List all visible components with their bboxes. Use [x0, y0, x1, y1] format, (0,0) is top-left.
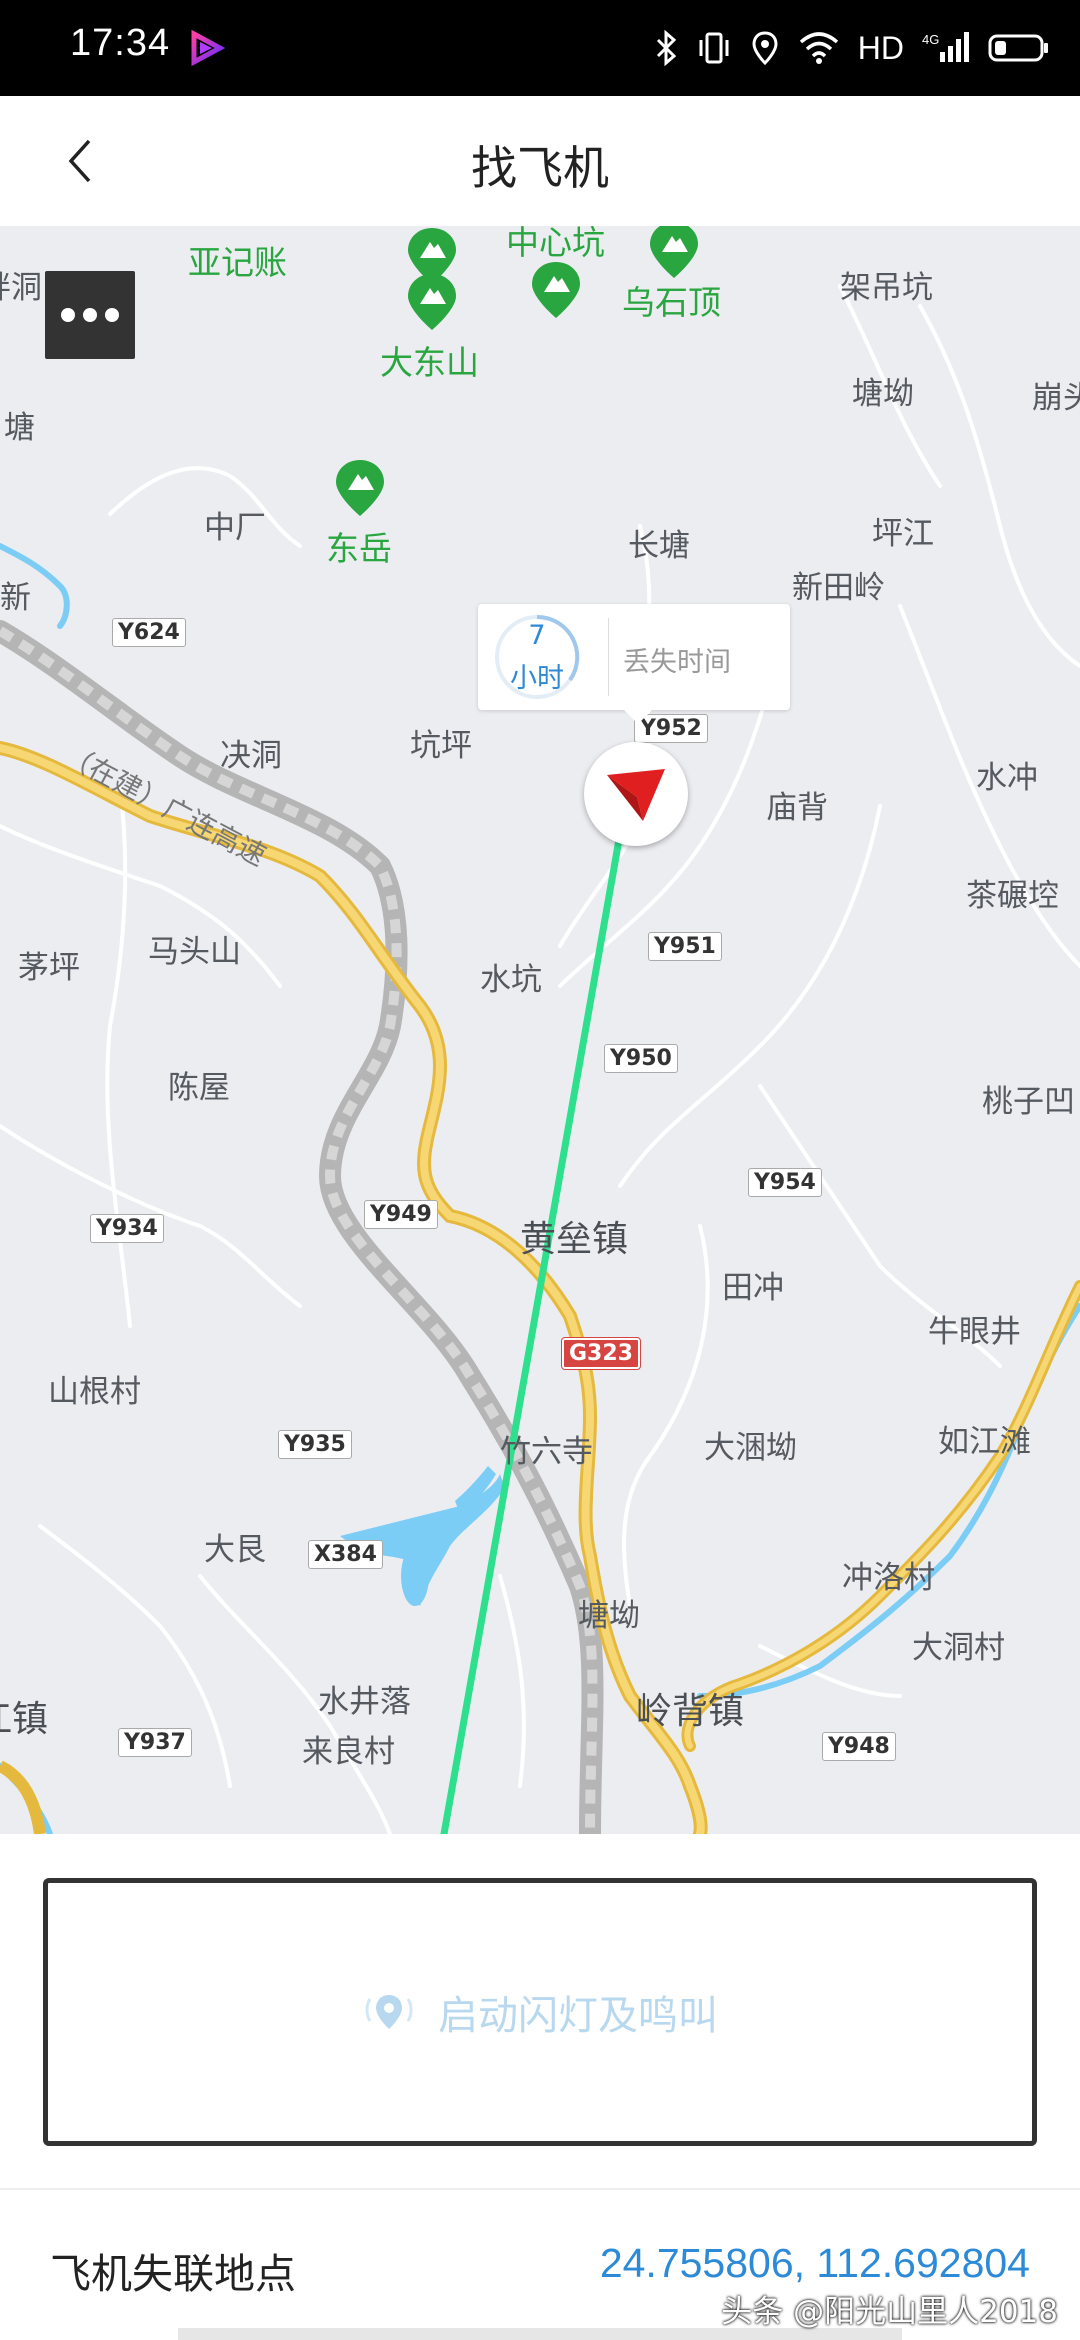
watermark: 头条 @阳光山里人2018 [721, 2294, 1058, 2330]
location-icon [752, 31, 778, 66]
place-label: 水冲 [976, 760, 1038, 796]
vibrate-icon [699, 32, 729, 64]
place-label: 陈屋 [168, 1070, 230, 1106]
battery-icon [988, 34, 1048, 62]
road-tag: Y949 [364, 1200, 438, 1229]
place-label: 竹六寺 [500, 1434, 593, 1470]
road-tag: G323 [561, 1337, 641, 1370]
place-label: 茶碾埪 [966, 878, 1059, 914]
status-time: 17:34 [70, 22, 171, 64]
place-label: 架吊坑 [840, 270, 933, 306]
lost-location-coordinates[interactable]: 24.755806, 112.692804 [600, 2240, 1030, 2287]
road-tag: Y954 [748, 1168, 822, 1197]
place-label: 决洞 [220, 738, 282, 774]
place-label: 水坑 [480, 962, 542, 998]
flash-button-label: 启动闪灯及鸣叫 [438, 1993, 718, 2039]
place-label: 塘坳 [852, 376, 914, 412]
place-label: 水井落 [318, 1684, 411, 1720]
bottom-panel: 启动闪灯及鸣叫 飞机失联地点 24.755806, 112.692804 头条 … [0, 1834, 1080, 2340]
road-tag: Y948 [822, 1732, 896, 1761]
place-label: 来良村 [302, 1734, 395, 1770]
place-label: 如江滩 [938, 1424, 1031, 1460]
mountain-pin-icon [650, 226, 698, 278]
more-dots-icon [61, 308, 75, 322]
place-label: 田冲 [722, 1270, 784, 1306]
road-tag: Y624 [112, 618, 186, 647]
place-label: 新田岭 [792, 570, 885, 606]
map-view[interactable]: 亚记账 中心坑 大东山 乌石顶 东岳 架吊坑 塘坳 崩头 畔洞 塘 中厂 长塘 … [0, 226, 1080, 1834]
place-label: 新 [0, 580, 31, 616]
status-bar: 17:34 HD 4G [0, 0, 1080, 96]
wifi-icon [799, 32, 838, 64]
place-label: 茅坪 [18, 950, 80, 986]
lost-hours-unit: 小时 [510, 663, 564, 694]
place-label: 黄垒镇 [520, 1219, 629, 1260]
lost-time-bubble: 7 小时 丢失时间 [478, 604, 790, 724]
mountain-pin-icon [408, 274, 456, 330]
bluetooth-icon [656, 30, 676, 66]
header: 找飞机 [0, 96, 1080, 226]
place-label: 畔洞 [0, 270, 42, 306]
place-label: 山根村 [48, 1374, 141, 1410]
lost-location-label: 飞机失联地点 [50, 2250, 296, 2298]
more-button[interactable] [45, 271, 135, 359]
place-label: 大涃坳 [704, 1430, 797, 1466]
network-hd-label: HD [857, 29, 904, 66]
place-label: 庙背 [766, 790, 828, 826]
place-label: 乌石顶 [622, 283, 721, 322]
place-label: 牛眼井 [928, 1314, 1021, 1350]
plane-arrow-icon [607, 769, 665, 821]
road-tag: Y951 [648, 932, 722, 961]
place-label: 江镇 [0, 1699, 49, 1740]
beacon-icon [365, 1995, 413, 2029]
divider [0, 2188, 1080, 2190]
place-label: 岭背镇 [636, 1691, 745, 1732]
lost-hours-value: 7 [528, 620, 546, 651]
svg-text:4G: 4G [922, 32, 939, 47]
place-label: 冲洛村 [842, 1560, 935, 1596]
plane-marker[interactable] [584, 742, 688, 846]
place-label: 中厂 [204, 510, 266, 546]
signal-icon: 4G [922, 32, 969, 62]
place-label: 马头山 [148, 934, 241, 970]
place-label: 长塘 [628, 528, 690, 564]
road-tag: Y950 [604, 1044, 678, 1073]
bubble-divider [608, 618, 609, 696]
flash-and-beep-button[interactable]: 启动闪灯及鸣叫 [43, 1878, 1037, 2146]
place-label: 大东山 [380, 343, 479, 382]
more-dot [83, 308, 97, 322]
road-tag: X384 [308, 1540, 383, 1569]
place-label: 大艮 [204, 1532, 266, 1568]
more-dot [105, 308, 119, 322]
place-label: 塘坳 [578, 1598, 640, 1634]
place-label: 桃子凹 [982, 1084, 1075, 1120]
status-icons: HD 4G [654, 26, 1050, 70]
mountain-pin-icon [336, 460, 384, 516]
place-label: 亚记账 [188, 243, 287, 282]
road-tag: Y935 [278, 1430, 352, 1459]
page-title: 找飞机 [471, 141, 609, 195]
mountain-pin-icon [532, 262, 580, 318]
lost-time-label: 丢失时间 [623, 647, 731, 678]
app-icon [191, 29, 226, 67]
place-label: 坑坪 [410, 728, 472, 764]
place-label: 崩头 [1032, 380, 1080, 416]
place-label: 塘 [4, 410, 35, 446]
place-label: 中心坑 [506, 226, 605, 262]
place-label: 大洞村 [912, 1630, 1005, 1666]
road-tag: Y937 [118, 1728, 192, 1757]
place-label: 东岳 [326, 529, 392, 568]
road-tag: Y934 [90, 1214, 164, 1243]
place-label: 坪江 [872, 516, 934, 552]
